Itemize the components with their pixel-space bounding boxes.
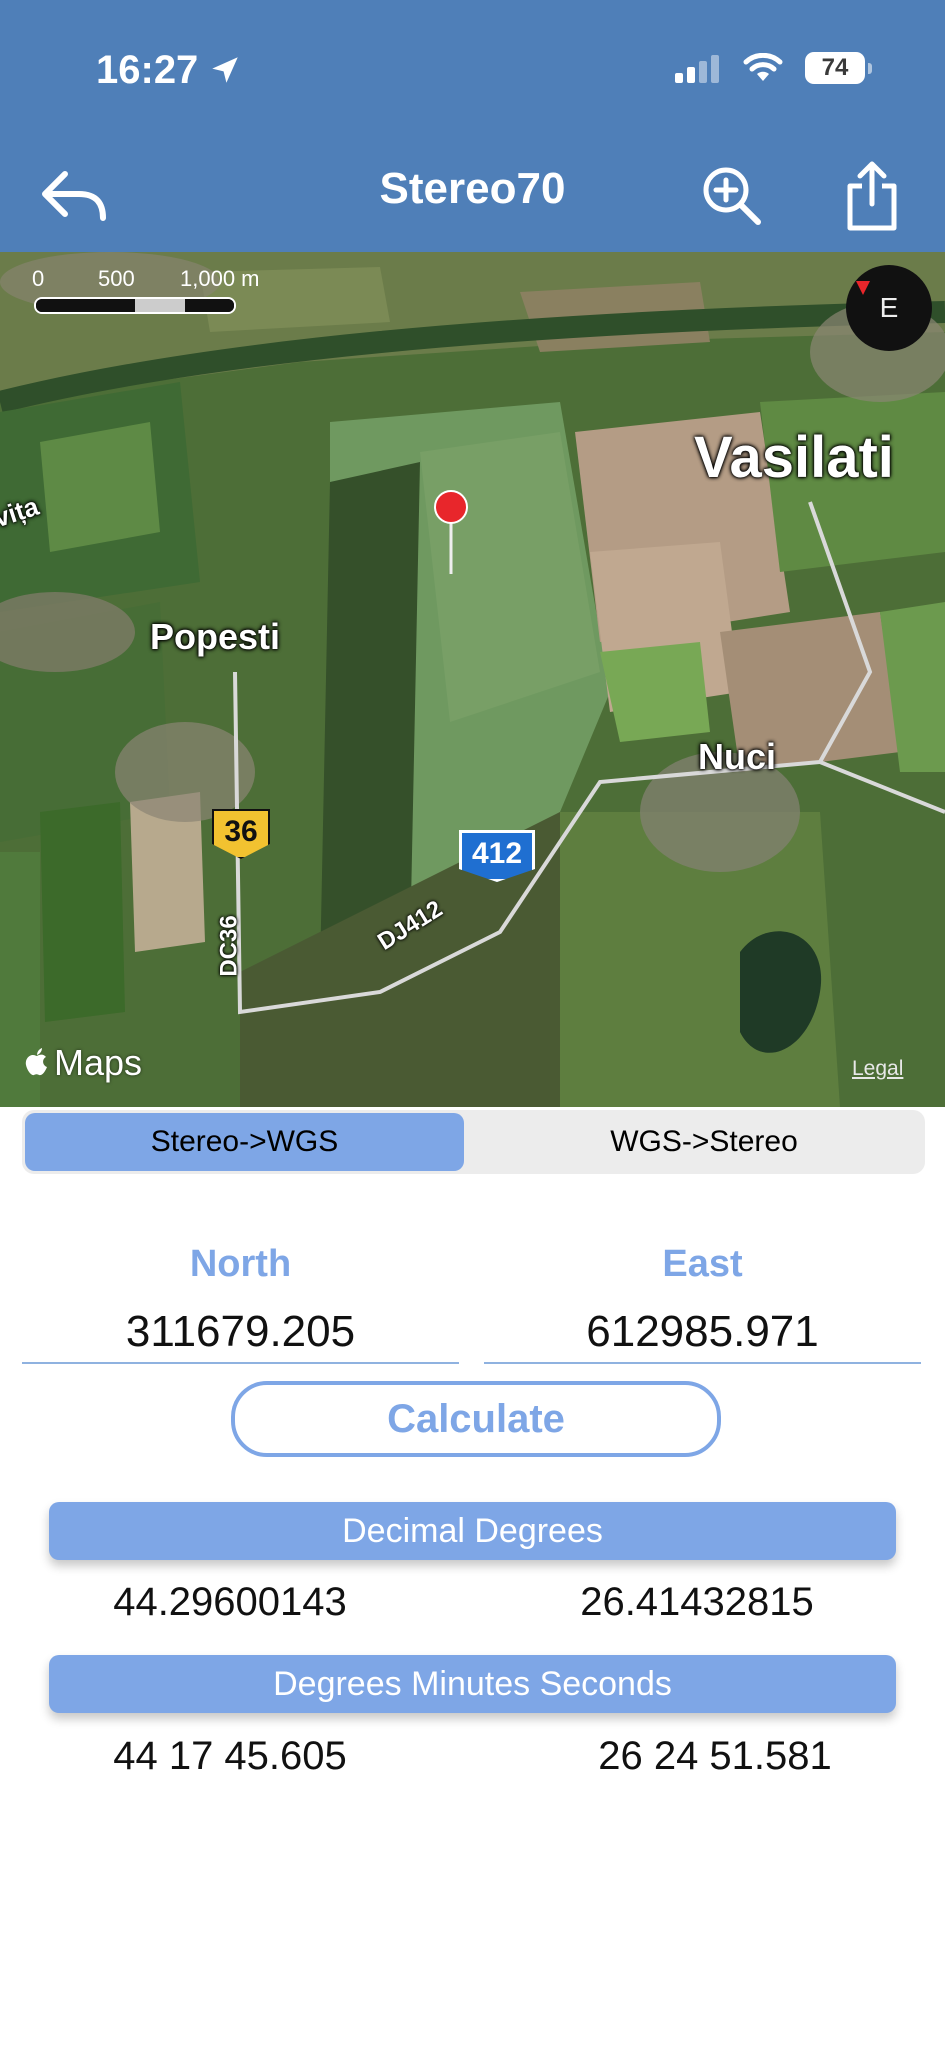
- conversion-mode-selector[interactable]: Stereo->WGS WGS->Stereo: [22, 1110, 925, 1174]
- scale-label-500: 500: [98, 266, 135, 291]
- wifi-icon: [743, 53, 783, 81]
- share-button[interactable]: [832, 156, 912, 236]
- road-label-dc36: DC36: [215, 915, 243, 977]
- decimal-longitude: 26.41432815: [580, 1580, 814, 1624]
- scale-label-1000: 1,000 m: [180, 266, 260, 291]
- map-scale-labels: 0 500 1,000 m: [32, 266, 260, 292]
- map-scale-bar: [34, 297, 236, 314]
- map-terrain: [0, 252, 945, 1107]
- dms-longitude: 26 24 51.581: [598, 1734, 832, 1778]
- maps-attribution: Maps: [24, 1042, 142, 1084]
- cellular-signal-icon: [675, 55, 719, 83]
- share-icon: [847, 161, 897, 231]
- segment-stereo-to-wgs[interactable]: Stereo->WGS: [25, 1113, 464, 1171]
- status-time: 16:27: [96, 44, 242, 96]
- compass-north-icon: [856, 281, 870, 295]
- location-arrow-icon: [212, 57, 239, 83]
- legal-link[interactable]: Legal: [852, 1057, 903, 1081]
- status-icons: 74: [675, 52, 872, 84]
- header-bar: 16:27 74 Stereo70: [0, 0, 945, 252]
- east-input[interactable]: [484, 1302, 921, 1364]
- east-label: East: [662, 1243, 743, 1285]
- decimal-latitude: 44.29600143: [113, 1580, 347, 1624]
- place-label-popesti: Popesti: [150, 616, 281, 657]
- calculate-button[interactable]: Calculate: [231, 1381, 721, 1457]
- north-input[interactable]: [22, 1302, 459, 1364]
- map-pin-head: [434, 490, 468, 524]
- status-time-text: 16:27: [96, 48, 199, 92]
- scale-label-0: 0: [32, 266, 45, 291]
- north-label: North: [189, 1243, 292, 1285]
- dms-latitude: 44 17 45.605: [113, 1734, 347, 1778]
- battery-indicator: 74: [805, 52, 872, 84]
- maps-attribution-text: Maps: [54, 1042, 143, 1083]
- apple-logo-icon: [25, 1048, 47, 1076]
- compass-heading: E: [879, 292, 899, 323]
- zoom-in-icon: [703, 167, 761, 225]
- satellite-map[interactable]: Vasilati Popesti Nuci vița DC36 DJ412 36…: [0, 252, 945, 1107]
- place-label-vasilati: Vasilati: [694, 425, 894, 490]
- map-compass[interactable]: E: [846, 265, 932, 351]
- page-title: Stereo70: [379, 164, 566, 213]
- segment-wgs-to-stereo[interactable]: WGS->Stereo: [484, 1110, 924, 1174]
- dms-header: Degrees Minutes Seconds: [49, 1655, 896, 1713]
- decimal-degrees-header: Decimal Degrees: [49, 1502, 896, 1560]
- place-label-nuci: Nuci: [698, 736, 777, 777]
- zoom-button[interactable]: [692, 156, 772, 236]
